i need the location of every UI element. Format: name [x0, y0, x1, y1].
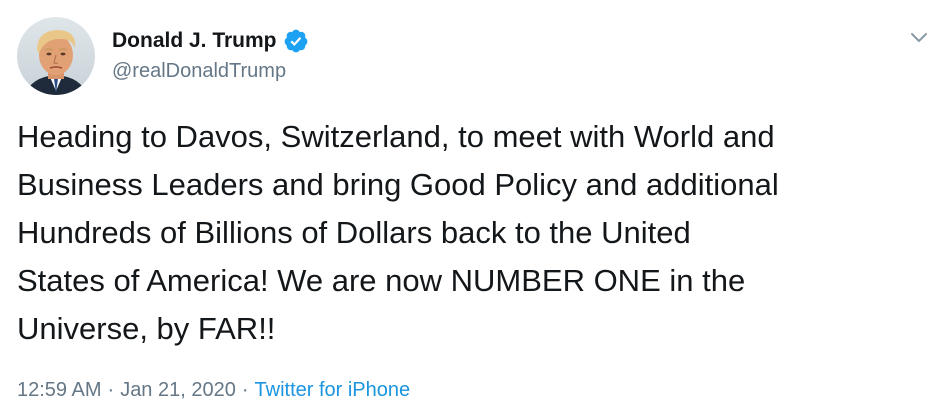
profile-photo — [17, 17, 95, 95]
chevron-down-icon[interactable] — [908, 26, 930, 48]
author-handle[interactable]: @realDonaldTrump — [112, 58, 286, 84]
tweet-text: Heading to Davos, Switzerland, to meet w… — [17, 119, 779, 346]
tweet-card: Donald J. Trump @realDonaldTrump Heading… — [0, 0, 952, 412]
meta-separator: · — [107, 379, 115, 401]
tweet-date[interactable]: Jan 21, 2020 — [120, 379, 236, 401]
meta-separator: · — [241, 379, 249, 401]
tweet-time[interactable]: 12:59 AM — [17, 379, 102, 401]
avatar[interactable] — [17, 17, 95, 95]
tweet-meta: 12:59 AM · Jan 21, 2020 · Twitter for iPhone — [17, 377, 410, 403]
verified-badge-icon — [283, 28, 309, 54]
author-name-row[interactable]: Donald J. Trump — [112, 28, 309, 54]
tweet-source-link[interactable]: Twitter for iPhone — [255, 379, 411, 401]
display-name[interactable]: Donald J. Trump — [112, 28, 277, 54]
